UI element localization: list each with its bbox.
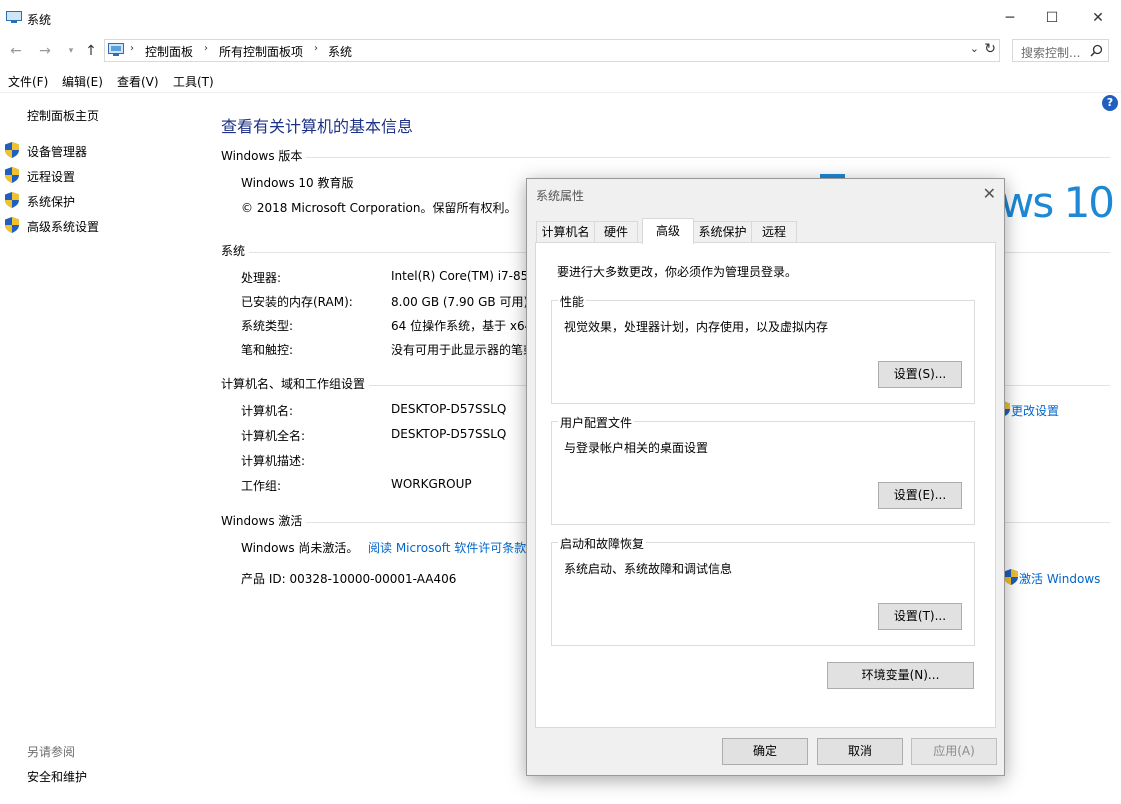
computer-name-label: 计算机名:	[241, 404, 294, 418]
performance-desc: 视觉效果，处理器计划，内存使用，以及虚拟内存	[564, 320, 829, 334]
activation-section-title: Windows 激活	[221, 514, 303, 528]
breadcrumb-system[interactable]: 系统	[328, 43, 352, 60]
shield-icon	[1004, 569, 1018, 585]
system-protection-link[interactable]: 系统保护	[27, 193, 75, 210]
system-window: 系统 ─ ☐ ✕ ← → ▾ ↑ › 控制面板 › 所有控制面板项 › 系统 ⌄…	[0, 0, 1121, 804]
environment-variables-button[interactable]: 环境变量(N)...	[827, 662, 974, 689]
shield-icon	[5, 192, 19, 208]
recent-dropdown-icon[interactable]: ▾	[62, 42, 80, 60]
minimize-button[interactable]: ─	[987, 0, 1033, 36]
processor-label: 处理器:	[241, 271, 282, 285]
ram-value: 8.00 GB (7.90 GB 可用)	[391, 295, 529, 309]
menu-divider	[0, 92, 1121, 93]
tab-remote[interactable]: 远程	[751, 221, 797, 243]
menu-file[interactable]: 文件(F)	[8, 73, 48, 90]
user-profiles-title: 用户配置文件	[558, 414, 635, 431]
device-manager-link[interactable]: 设备管理器	[27, 143, 87, 160]
window-title: 系统	[27, 13, 52, 27]
breadcrumb-control-panel[interactable]: 控制面板	[145, 43, 193, 60]
system-properties-dialog: 系统属性 ✕ 计算机名 硬件 高级 系统保护 远程 要进行大多数更改，你必须作为…	[526, 178, 1005, 776]
pen-touch-value: 没有可用于此显示器的笔或	[391, 343, 536, 357]
startup-recovery-group: 启动和故障恢复 系统启动、系统故障和调试信息 设置(T)...	[551, 535, 975, 646]
tab-computer-name[interactable]: 计算机名	[536, 221, 595, 243]
user-profiles-group: 用户配置文件 与登录帐户相关的桌面设置 设置(E)...	[551, 414, 975, 525]
advanced-tab-panel: 要进行大多数更改，你必须作为管理员登录。 性能 视觉效果，处理器计划，内存使用，…	[535, 242, 996, 728]
performance-settings-button[interactable]: 设置(S)...	[878, 361, 962, 388]
startup-recovery-settings-button[interactable]: 设置(T)...	[878, 603, 962, 630]
ram-label: 已安装的内存(RAM):	[241, 295, 353, 309]
breadcrumb-separator-icon: ›	[130, 43, 134, 54]
search-icon[interactable]	[1090, 44, 1103, 57]
menu-view[interactable]: 查看(V)	[117, 73, 159, 90]
startup-recovery-desc: 系统启动、系统故障和调试信息	[564, 562, 733, 576]
activation-status: Windows 尚未激活。	[241, 541, 359, 555]
address-dropdown-icon[interactable]: ⌄	[970, 42, 979, 55]
control-panel-home-link[interactable]: 控制面板主页	[27, 107, 99, 124]
full-computer-name-value: DESKTOP-D57SSLQ	[391, 427, 507, 441]
back-arrow-icon[interactable]: ←	[7, 42, 25, 60]
processor-value: Intel(R) Core(TM) i7-855	[391, 269, 536, 283]
breadcrumb-separator-icon: ›	[204, 43, 208, 54]
tab-hardware[interactable]: 硬件	[594, 221, 638, 243]
shield-icon	[5, 217, 19, 233]
performance-group: 性能 视觉效果，处理器计划，内存使用，以及虚拟内存 设置(S)...	[551, 293, 975, 404]
menu-edit[interactable]: 编辑(E)	[62, 73, 103, 90]
computer-name-value: DESKTOP-D57SSLQ	[391, 402, 507, 416]
system-type-label: 系统类型:	[241, 319, 294, 333]
system-section-title: 系统	[221, 244, 246, 258]
maximize-button[interactable]: ☐	[1029, 0, 1075, 36]
forward-arrow-icon[interactable]: →	[36, 42, 54, 60]
computer-section-title: 计算机名、域和工作组设置	[221, 377, 366, 391]
advanced-system-settings-link[interactable]: 高级系统设置	[27, 218, 99, 235]
apply-button[interactable]: 应用(A)	[911, 738, 997, 765]
section-divider	[306, 157, 1110, 158]
search-input[interactable]: 搜索控制...	[1021, 44, 1080, 61]
windows-10-logo: ws 10	[1000, 178, 1115, 227]
license-terms-link[interactable]: 阅读 Microsoft 软件许可条款	[368, 539, 526, 556]
see-also-title: 另请参阅	[27, 745, 76, 759]
dialog-title: 系统属性	[536, 189, 585, 203]
dialog-close-icon[interactable]: ✕	[983, 184, 996, 203]
system-app-icon	[6, 11, 22, 23]
workgroup-label: 工作组:	[241, 479, 282, 493]
activate-windows-link[interactable]: 激活 Windows	[1019, 570, 1100, 587]
edition-name: Windows 10 教育版	[241, 176, 354, 190]
system-type-value: 64 位操作系统，基于 x64	[391, 319, 533, 333]
breadcrumb-separator-icon: ›	[314, 43, 318, 54]
search-box[interactable]: 搜索控制...	[1012, 39, 1109, 62]
up-arrow-icon[interactable]: ↑	[82, 42, 100, 60]
address-bar[interactable]: › 控制面板 › 所有控制面板项 › 系统 ⌄ ↻	[104, 39, 1000, 62]
ok-button[interactable]: 确定	[722, 738, 808, 765]
shield-icon	[5, 142, 19, 158]
remote-settings-link[interactable]: 远程设置	[27, 168, 75, 185]
change-settings-link[interactable]: 更改设置	[1011, 402, 1059, 419]
user-profiles-settings-button[interactable]: 设置(E)...	[878, 482, 962, 509]
menu-tools[interactable]: 工具(T)	[173, 73, 214, 90]
workgroup-value: WORKGROUP	[391, 477, 472, 491]
help-icon[interactable]: ?	[1102, 95, 1118, 111]
shield-icon	[5, 167, 19, 183]
security-maintenance-link[interactable]: 安全和维护	[27, 768, 87, 785]
edition-section-title: Windows 版本	[221, 149, 303, 163]
title-bar: 系统 ─ ☐ ✕	[0, 0, 1121, 36]
pen-touch-label: 笔和触控:	[241, 343, 294, 357]
product-id: 产品 ID: 00328-10000-00001-AA406	[241, 572, 457, 586]
full-computer-name-label: 计算机全名:	[241, 429, 306, 443]
performance-title: 性能	[558, 293, 587, 310]
computer-description-label: 计算机描述:	[241, 454, 306, 468]
copyright-text: © 2018 Microsoft Corporation。保留所有权利。	[241, 201, 517, 215]
user-profiles-desc: 与登录帐户相关的桌面设置	[564, 441, 709, 455]
startup-recovery-title: 启动和故障恢复	[558, 535, 647, 552]
refresh-icon[interactable]: ↻	[984, 41, 996, 57]
control-panel-icon	[108, 43, 124, 56]
tab-system-protection[interactable]: 系统保护	[693, 221, 752, 243]
close-button[interactable]: ✕	[1075, 0, 1121, 36]
page-title: 查看有关计算机的基本信息	[221, 117, 414, 136]
admin-note: 要进行大多数更改，你必须作为管理员登录。	[557, 265, 798, 279]
tab-advanced[interactable]: 高级	[642, 218, 694, 244]
cancel-button[interactable]: 取消	[817, 738, 903, 765]
breadcrumb-all-items[interactable]: 所有控制面板项	[219, 43, 303, 60]
